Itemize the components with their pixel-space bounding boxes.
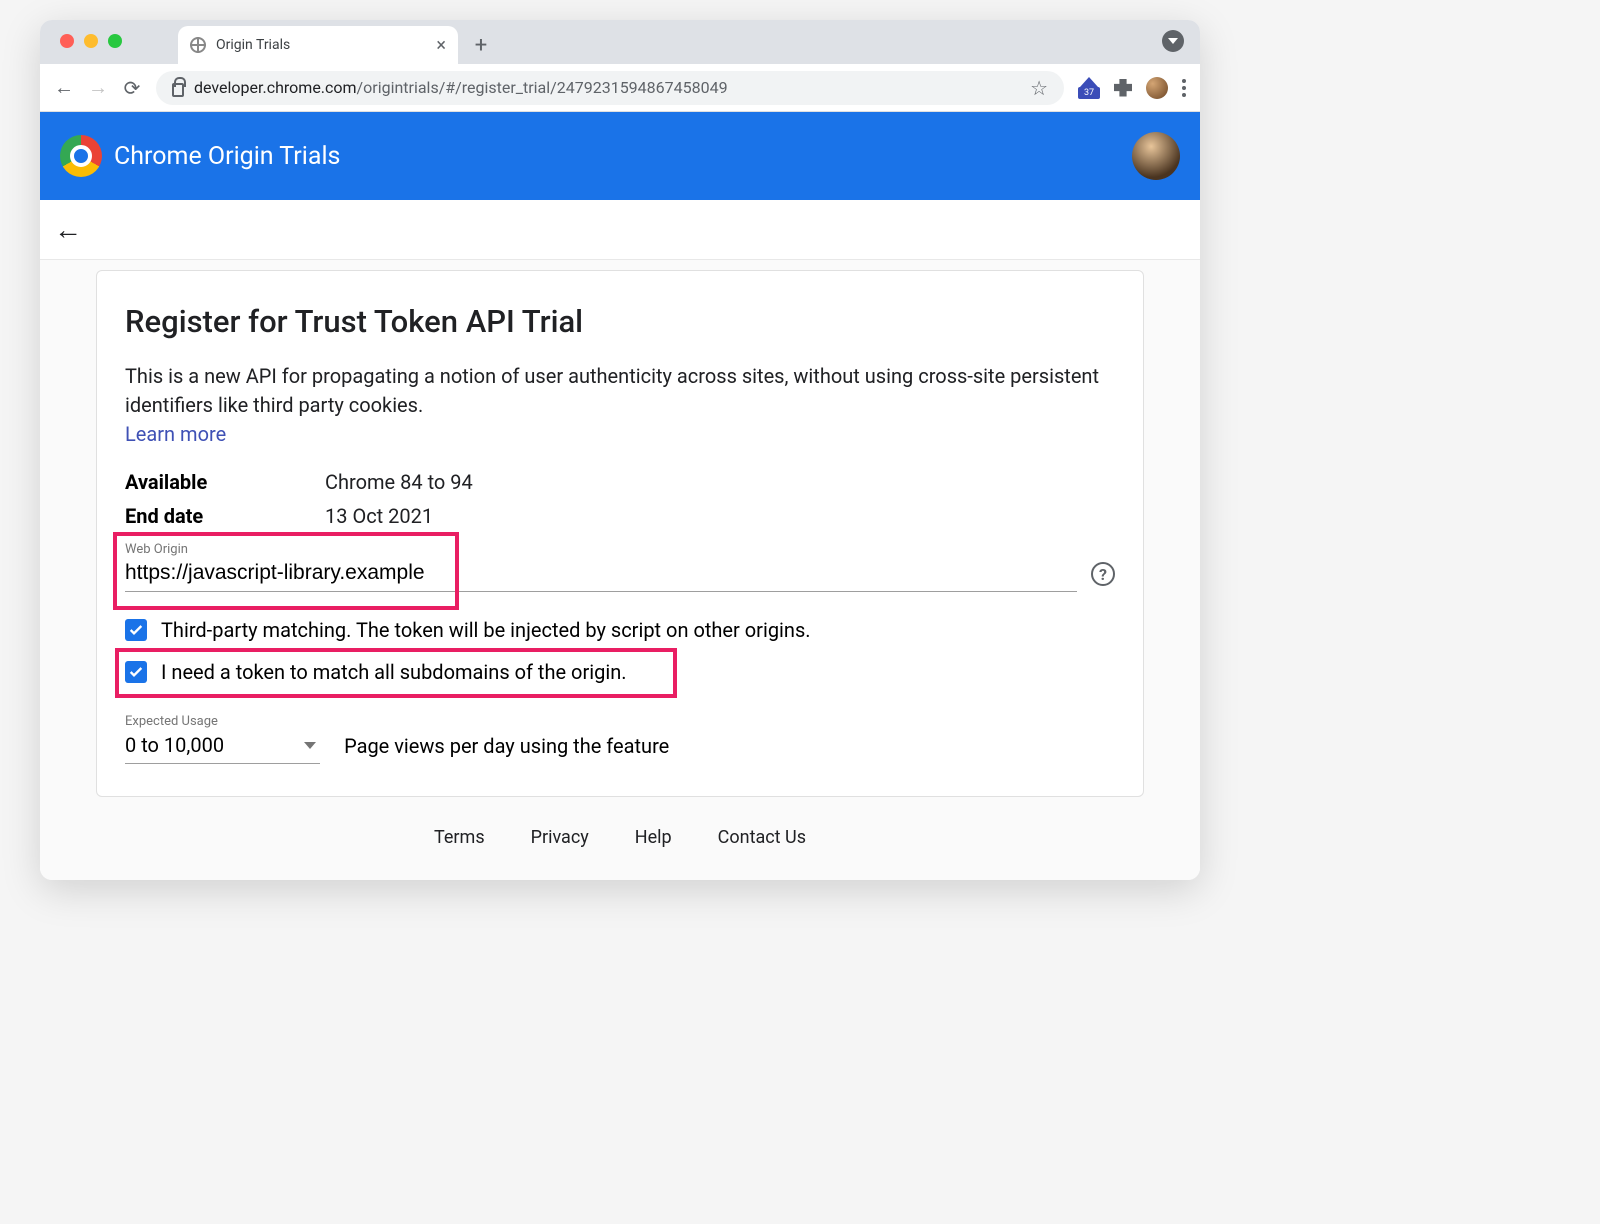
close-window-button[interactable] [60,34,74,48]
new-tab-button[interactable]: + [466,33,496,64]
bookmark-star-icon[interactable]: ☆ [1030,76,1048,100]
reload-button[interactable]: ⟳ [122,78,142,98]
third-party-checkbox[interactable] [125,619,147,641]
page-nav-bar: ← [40,200,1200,260]
expected-usage-description: Page views per day using the feature [344,734,669,764]
page-back-button[interactable]: ← [54,213,82,246]
card-heading: Register for Trust Token API Trial [125,303,1115,340]
globe-icon [190,37,206,53]
forward-button[interactable]: → [88,78,108,98]
window-controls [60,34,122,48]
expected-usage-select[interactable]: 0 to 10,000 [125,729,320,764]
browser-window: Origin Trials × + ← → ⟳ developer.chrome… [40,20,1200,880]
end-date-row: End date 13 Oct 2021 [125,504,1115,528]
expected-usage-value: 0 to 10,000 [125,733,224,757]
minimize-window-button[interactable] [84,34,98,48]
tab-title: Origin Trials [216,37,290,53]
third-party-checkbox-row: Third-party matching. The token will be … [125,618,1115,642]
expected-usage-label: Expected Usage [125,714,320,729]
card-description: This is a new API for propagating a noti… [125,362,1115,420]
browser-tab[interactable]: Origin Trials × [178,26,458,64]
user-avatar[interactable] [1132,132,1180,180]
app-title: Chrome Origin Trials [114,142,340,171]
extensions-icon[interactable] [1114,79,1132,97]
expected-usage-row: Expected Usage 0 to 10,000 Page views pe… [125,714,1115,764]
available-row: Available Chrome 84 to 94 [125,470,1115,494]
end-date-label: End date [125,504,325,528]
subdomains-checkbox[interactable] [125,661,147,683]
content-area: Register for Trust Token API Trial This … [40,260,1200,880]
help-icon[interactable]: ? [1091,562,1115,586]
footer-contact-link[interactable]: Contact Us [718,827,806,848]
maximize-window-button[interactable] [108,34,122,48]
web-origin-field-wrap: Web Origin ? [125,542,1115,592]
app-header: Chrome Origin Trials [40,112,1200,200]
footer-terms-link[interactable]: Terms [434,827,485,848]
subdomains-label: I need a token to match all subdomains o… [161,660,627,684]
profile-avatar-icon[interactable] [1146,77,1168,99]
web-origin-input[interactable] [125,557,1077,592]
browser-menu-button[interactable] [1182,79,1186,97]
url-text: developer.chrome.com/origintrials/#/regi… [194,78,1020,97]
close-tab-button[interactable]: × [436,35,446,56]
available-label: Available [125,470,325,494]
web-origin-field: Web Origin [125,542,1077,592]
chrome-logo-icon [60,135,102,177]
registration-card: Register for Trust Token API Trial This … [96,270,1144,797]
learn-more-link[interactable]: Learn more [125,422,226,446]
subdomains-checkbox-row: I need a token to match all subdomains o… [125,660,1115,684]
address-bar[interactable]: developer.chrome.com/origintrials/#/regi… [156,71,1064,105]
extension-lighthouse-icon[interactable]: 37 [1078,77,1100,99]
lock-icon [172,83,184,97]
footer-help-link[interactable]: Help [635,827,672,848]
end-date-value: 13 Oct 2021 [325,504,433,528]
third-party-label: Third-party matching. The token will be … [161,618,811,642]
dropdown-icon [304,742,316,749]
expected-usage-field: Expected Usage 0 to 10,000 [125,714,320,764]
tab-strip: Origin Trials × + [40,20,1200,64]
footer-links: Terms Privacy Help Contact Us [96,827,1144,848]
tab-overflow-button[interactable] [1162,30,1184,52]
web-origin-label: Web Origin [125,542,1077,557]
available-value: Chrome 84 to 94 [325,470,473,494]
back-button[interactable]: ← [54,78,74,98]
footer-privacy-link[interactable]: Privacy [531,827,589,848]
browser-toolbar: ← → ⟳ developer.chrome.com/origintrials/… [40,64,1200,112]
